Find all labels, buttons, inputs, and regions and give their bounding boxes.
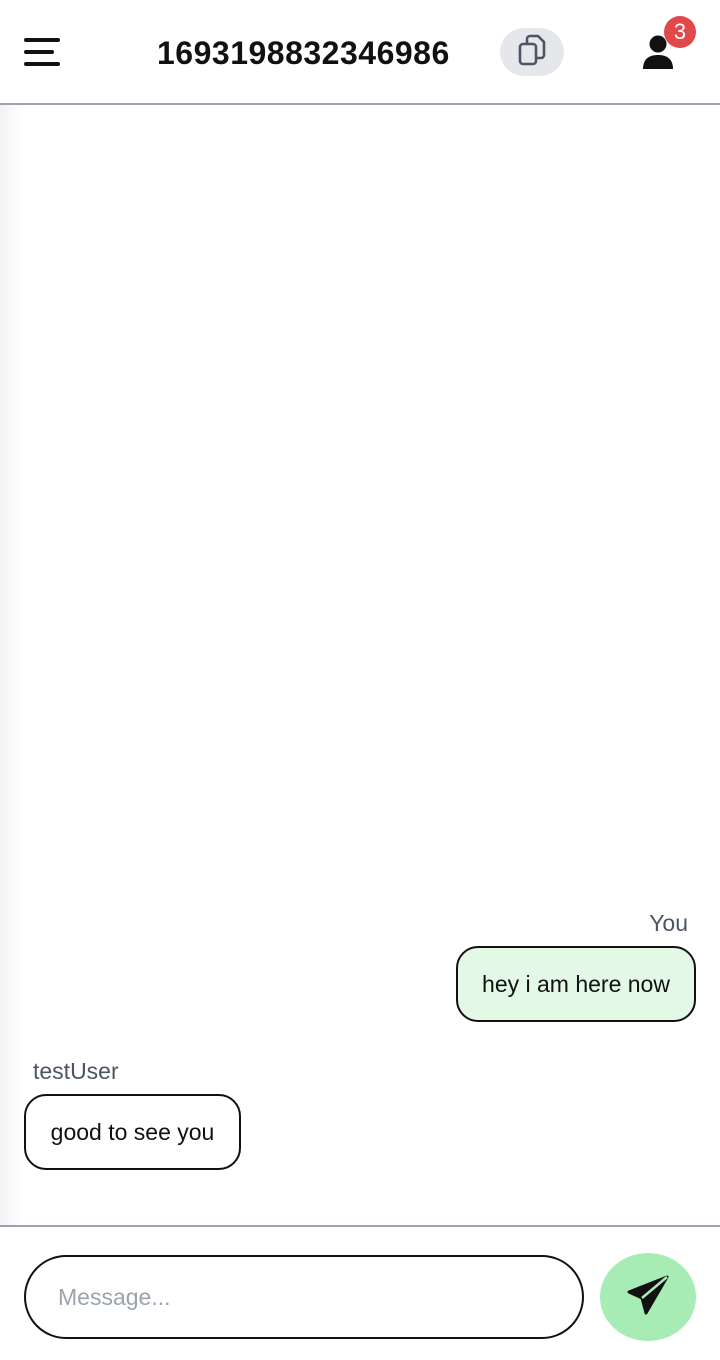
message-sender: testUser [33,1058,119,1084]
message-input[interactable] [24,1255,584,1339]
send-button[interactable] [600,1253,696,1341]
composer-bar [0,1225,720,1360]
participant-count-badge: 3 [664,16,696,48]
menu-button[interactable] [24,37,64,67]
send-icon [625,1273,671,1322]
message-list: You hey i am here now testUser good to s… [0,107,720,1225]
copy-icon [515,33,549,72]
room-id-title: 1693198832346986 [157,35,450,71]
message-sender: You [649,910,688,936]
copy-room-id-button[interactable] [500,28,564,76]
chat-app: 1693198832346986 3 You hey i am here now… [0,0,720,1360]
top-bar: 1693198832346986 3 [0,0,720,105]
user-icon [640,35,678,74]
own-message-bubble: hey i am here now [456,946,696,1022]
incoming-message-bubble: good to see you [24,1094,241,1170]
menu-icon [24,37,64,67]
